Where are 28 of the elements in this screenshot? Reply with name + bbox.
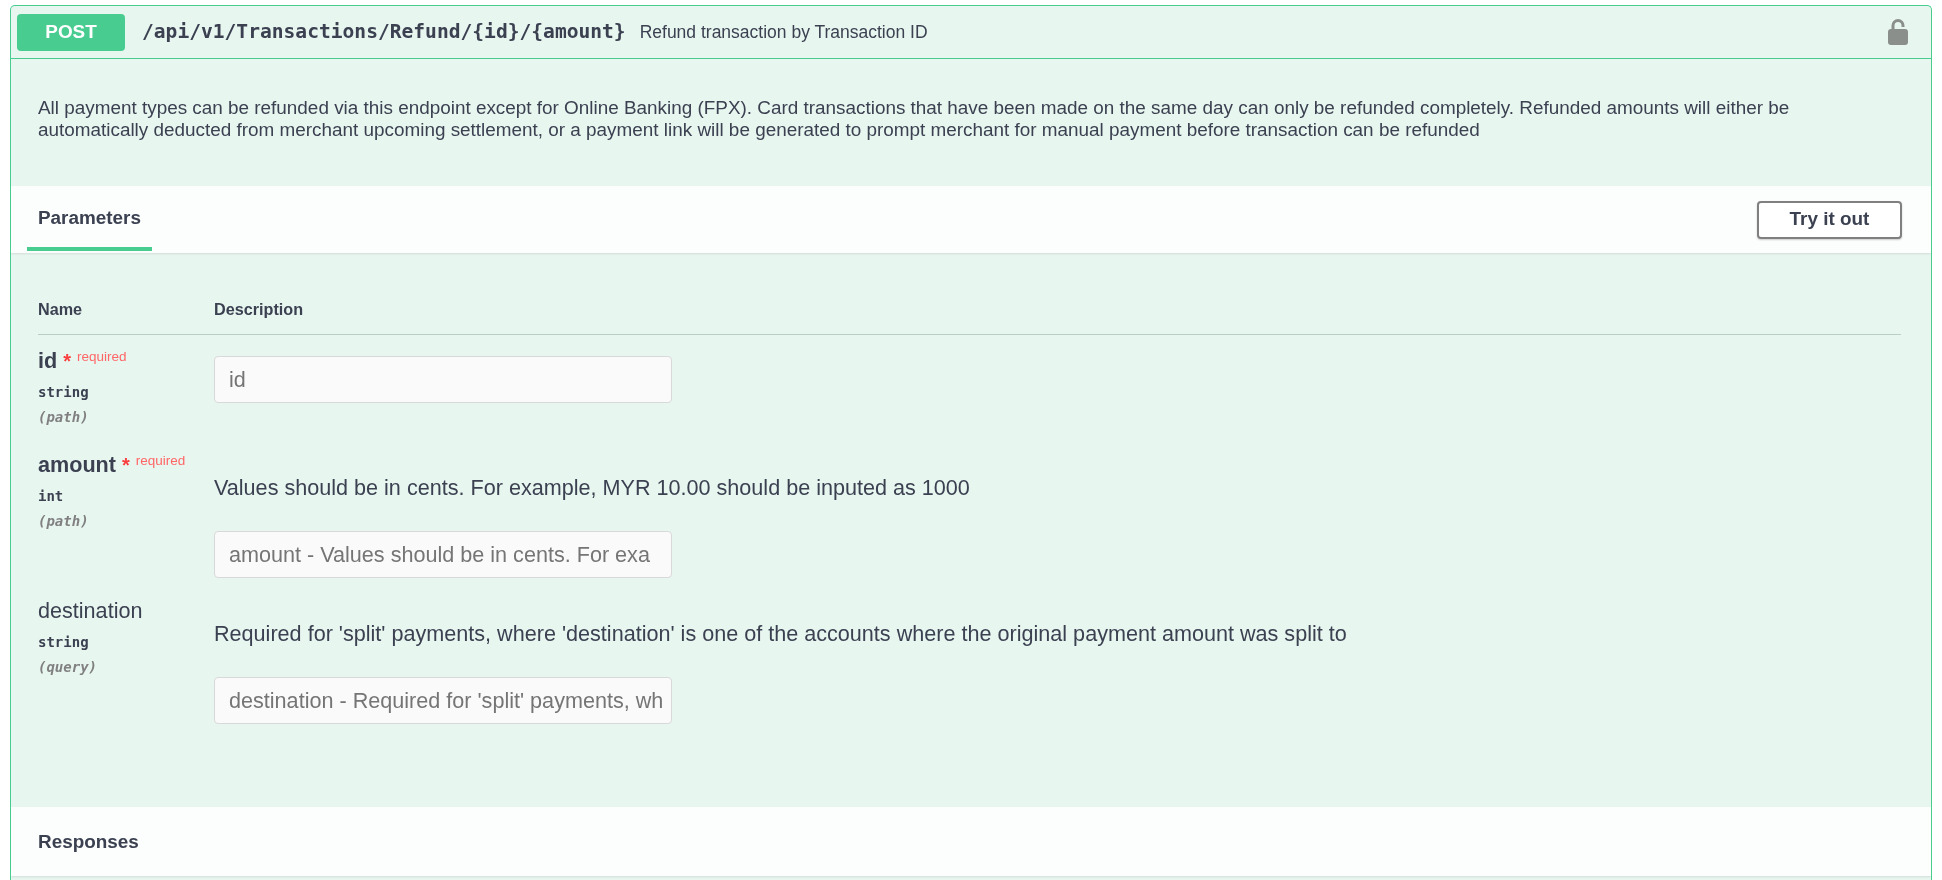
method-badge: POST (17, 13, 125, 51)
parameter-input[interactable]: destination - Required for 'split' payments, wh (214, 677, 672, 724)
required-asterisk: * (122, 453, 130, 477)
required-label: required (77, 349, 127, 365)
endpoint-description: All payment types can be refunded via this endpoint except for Online Banking (FPX). Card transactions that have been made on the same day can only be refunded completely. Refunded amounts will either be automatically deducted from merchant upcoming settlement, or a payment link will be generated to prompt merchant for manual payment before transaction can be refunded (38, 97, 1791, 141)
try-it-out-button[interactable]: Try it out (1757, 200, 1902, 239)
parameter-type: int (38, 487, 64, 506)
parameters-tab[interactable]: Parameters (27, 197, 152, 251)
parameter-name: amount (38, 453, 116, 477)
parameter-type: string (38, 383, 89, 402)
parameter-name: id (38, 349, 58, 373)
parameter-location: (query) (38, 658, 97, 677)
parameter-location: (path) (38, 408, 89, 427)
parameter-input[interactable]: id (214, 356, 672, 403)
parameter-type: string (38, 633, 89, 652)
required-asterisk: * (63, 349, 71, 373)
parameter-input[interactable]: amount - Values should be in cents. For exa (214, 531, 672, 578)
endpoint-path: /api/v1/Transactions/Refund/{id}/{amount} (142, 19, 626, 45)
parameter-name: destination (38, 599, 143, 623)
required-label: required (135, 453, 186, 469)
endpoint-summary: Refund transaction by Transaction ID (639, 21, 928, 43)
parameter-description: Required for 'split' payments, where 'destination' is one of the accounts where the original payment amount was split to (214, 622, 1347, 646)
column-header: Name (38, 299, 84, 319)
parameter-description: Values should be in cents. For example, MYR 10.00 should be inputed as 1000 (214, 476, 970, 500)
column-header: Description (214, 299, 304, 319)
padlock-icon[interactable] (1888, 19, 1908, 45)
parameter-location: (path) (38, 512, 89, 531)
responses-heading: Responses (38, 830, 139, 853)
